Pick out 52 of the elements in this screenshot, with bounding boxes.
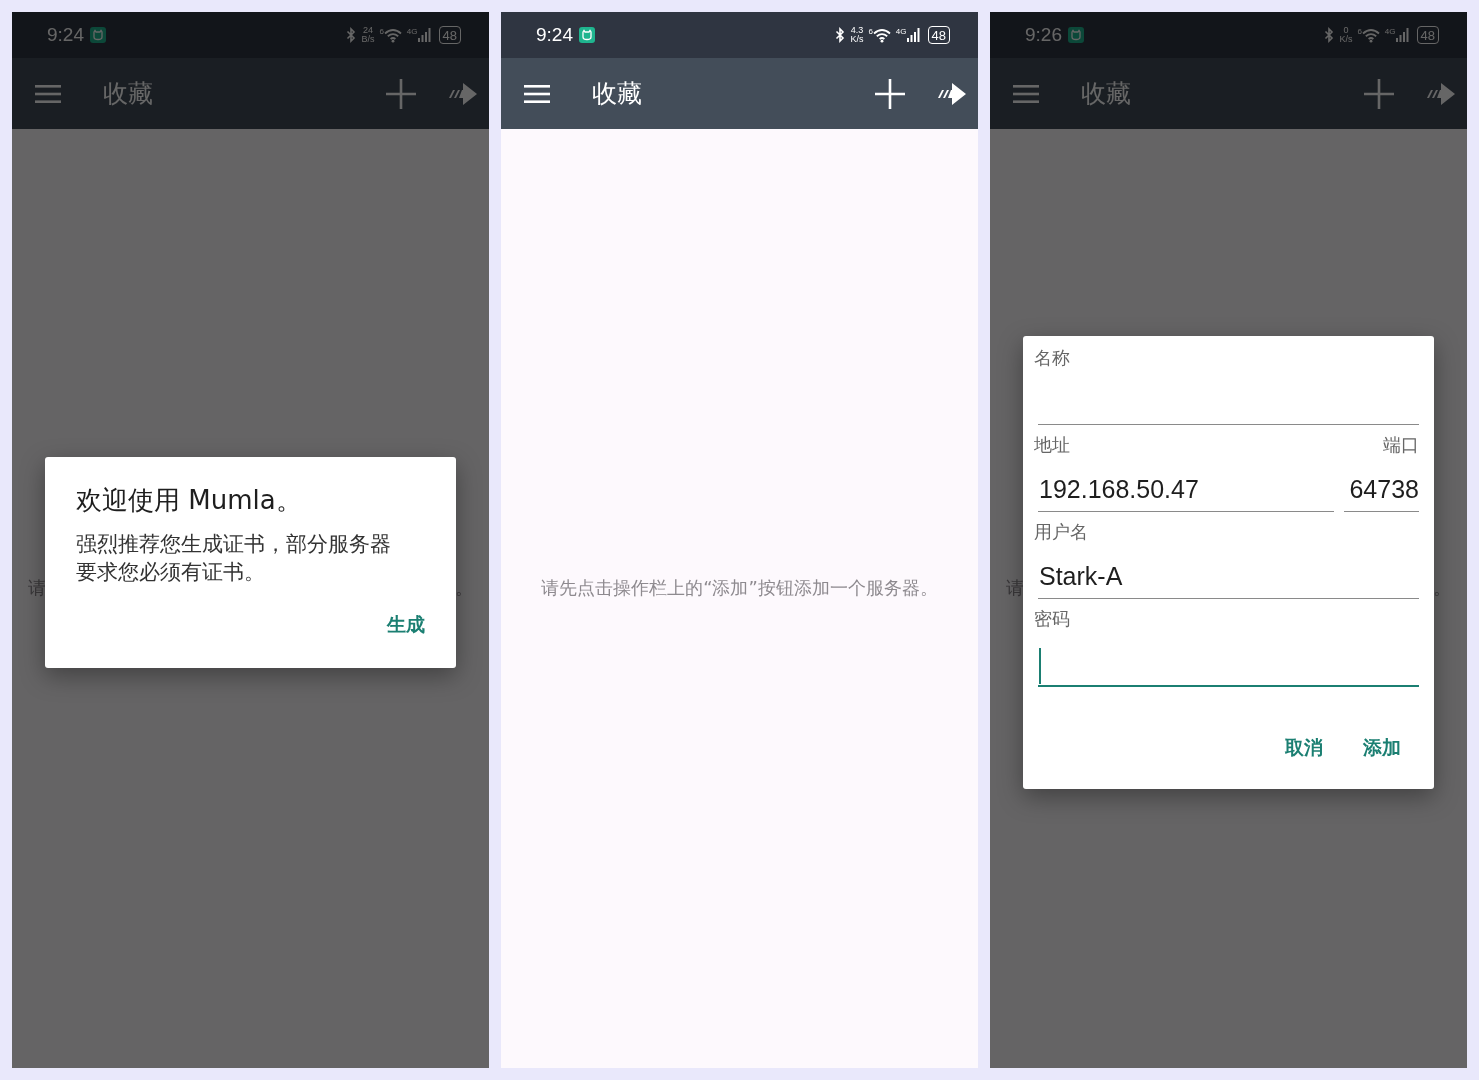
app-bar-title: 收藏 [1081, 78, 1131, 110]
signal-icon [417, 27, 431, 43]
wifi-standard-label: 6 [1357, 27, 1362, 36]
wifi-standard-label: 6 [868, 27, 873, 36]
network-speed-unit: K/s [1339, 35, 1353, 44]
menu-icon[interactable] [524, 83, 550, 104]
network-speed-unit: K/s [850, 35, 864, 44]
battery-level: 48 [931, 27, 946, 43]
wifi-icon [872, 27, 891, 43]
notification-app-icon [90, 27, 106, 43]
network-speed: 4.3 [850, 26, 864, 35]
arrow-right-icon[interactable] [936, 82, 966, 105]
input-field[interactable]: Stark-A [1038, 554, 1419, 599]
app-bar-title: 收藏 [592, 78, 642, 110]
app-bar-title: 收藏 [103, 78, 153, 110]
status-time: 9:24 [47, 24, 84, 46]
network-speed-unit: B/s [361, 35, 375, 44]
network-type-label: 4G [406, 27, 418, 36]
network-speed: 0 [1343, 26, 1349, 35]
empty-list-message: 请先点击操作栏上的“添加”按钮添加一个服务器。 [540, 575, 939, 600]
input-field[interactable]: 192.168.50.47 [1038, 467, 1334, 512]
signal-icon [1395, 27, 1409, 43]
field-label: 地址 [1034, 433, 1071, 457]
bluetooth-icon [835, 27, 846, 43]
dialog-message: 强烈推荐您生成证书，部分服务器要求您必须有证书。 [76, 531, 392, 586]
input-field[interactable]: 64738 [1344, 467, 1419, 512]
wifi-standard-label: 6 [379, 27, 384, 36]
wifi-icon [383, 27, 402, 43]
field-label: 密码 [1034, 607, 1071, 631]
dialog-button[interactable]: 生成 [377, 604, 435, 646]
battery-level: 48 [442, 27, 457, 43]
network-speed: 24 [362, 26, 373, 35]
bluetooth-icon [1324, 27, 1335, 43]
battery-level: 48 [1420, 27, 1435, 43]
dialog-button[interactable]: 添加 [1353, 727, 1411, 769]
network-type-label: 4G [1384, 27, 1396, 36]
signal-icon [906, 27, 920, 43]
dialog-title: 欢迎使用 Mumla。 [76, 484, 303, 517]
notification-app-icon [579, 27, 595, 43]
notification-app-icon [1068, 27, 1084, 43]
status-time: 9:26 [1025, 24, 1062, 46]
status-time: 9:24 [536, 24, 573, 46]
empty-list-message: 。 [1433, 575, 1451, 600]
dialog-button[interactable]: 取消 [1275, 727, 1333, 769]
bluetooth-icon [346, 27, 357, 43]
field-label: 端口 [1382, 433, 1419, 457]
field-label: 名称 [1034, 346, 1071, 370]
network-type-label: 4G [895, 27, 907, 36]
field-label: 用户名 [1034, 520, 1089, 544]
wifi-icon [1361, 27, 1380, 43]
empty-list-message: 。 [455, 575, 473, 600]
add-icon[interactable] [875, 78, 905, 109]
